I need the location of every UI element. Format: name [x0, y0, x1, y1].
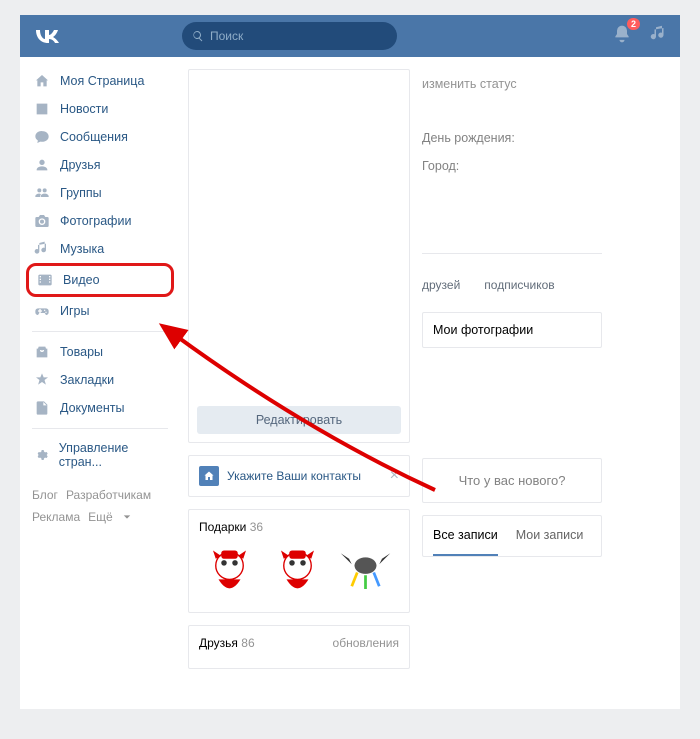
- status-link[interactable]: изменить статус: [422, 77, 602, 91]
- nav-news[interactable]: Новости: [20, 95, 180, 123]
- home-icon: [199, 466, 219, 486]
- tab-my[interactable]: Мои записи: [516, 516, 584, 556]
- nav-groups[interactable]: Группы: [20, 179, 180, 207]
- contacts-prompt-box: Укажите Ваши контакты ×: [188, 455, 410, 497]
- notifications-icon[interactable]: 2: [612, 24, 632, 49]
- notification-badge: 2: [627, 18, 640, 30]
- search-placeholder: Поиск: [210, 29, 243, 43]
- nav-market[interactable]: Товары: [20, 338, 180, 366]
- nav-music[interactable]: Музыка: [20, 235, 180, 263]
- subs-counter[interactable]: подписчиков: [484, 278, 554, 292]
- contacts-text[interactable]: Укажите Ваши контакты: [227, 469, 390, 483]
- footer-devs[interactable]: Разработчикам: [66, 488, 151, 502]
- music-icon[interactable]: [650, 25, 668, 48]
- main-column: Редактировать Укажите Ваши контакты × По…: [180, 57, 410, 669]
- city-row: Город:: [422, 159, 602, 173]
- footer-links: Блог Разработчикам Реклама Ещё: [20, 475, 180, 538]
- nav-video[interactable]: Видео: [33, 269, 167, 291]
- friends-box: Друзья 86обновления: [188, 625, 410, 669]
- header-bar: Поиск 2: [20, 15, 680, 57]
- nav-bookmarks[interactable]: Закладки: [20, 366, 180, 394]
- counter-row: друзей подписчиков: [422, 270, 602, 300]
- search-icon: [192, 30, 204, 42]
- gift-item[interactable]: [267, 542, 327, 602]
- close-icon[interactable]: ×: [390, 467, 399, 485]
- nav-messages[interactable]: Сообщения: [20, 123, 180, 151]
- tabs-box: Все записи Мои записи: [422, 515, 602, 557]
- photos-section[interactable]: Мои фотографии: [422, 312, 602, 348]
- tab-all[interactable]: Все записи: [433, 516, 498, 556]
- gift-item[interactable]: [199, 542, 259, 602]
- nav-video-highlighted: Видео: [26, 263, 174, 297]
- birthday-row: День рождения:: [422, 131, 602, 145]
- search-box[interactable]: Поиск: [182, 22, 397, 50]
- footer-ads[interactable]: Реклама: [32, 510, 80, 524]
- nav-divider: [32, 428, 168, 429]
- nav-photos[interactable]: Фотографии: [20, 207, 180, 235]
- gifts-box: Подарки 36: [188, 509, 410, 613]
- friends-header[interactable]: Друзья 86обновления: [199, 636, 399, 650]
- footer-more[interactable]: Ещё: [88, 507, 131, 529]
- gifts-header[interactable]: Подарки 36: [199, 520, 399, 534]
- right-column: изменить статус День рождения: Город: др…: [410, 57, 610, 669]
- nav-divider: [32, 331, 168, 332]
- profile-image[interactable]: [197, 78, 401, 398]
- nav-manage[interactable]: Управление стран...: [20, 435, 180, 475]
- nav-my-page[interactable]: Моя Страница: [20, 67, 180, 95]
- gift-item[interactable]: [335, 542, 395, 602]
- whatsnew-box[interactable]: Что у вас нового?: [422, 458, 602, 503]
- sidebar-nav: Моя Страница Новости Сообщения Друзья Гр…: [20, 57, 180, 669]
- footer-blog[interactable]: Блог: [32, 488, 58, 502]
- nav-friends[interactable]: Друзья: [20, 151, 180, 179]
- nav-documents[interactable]: Документы: [20, 394, 180, 422]
- nav-games[interactable]: Игры: [20, 297, 180, 325]
- edit-button[interactable]: Редактировать: [197, 406, 401, 434]
- profile-box: Редактировать: [188, 69, 410, 443]
- vk-logo[interactable]: [32, 22, 62, 50]
- friends-counter[interactable]: друзей: [422, 278, 460, 292]
